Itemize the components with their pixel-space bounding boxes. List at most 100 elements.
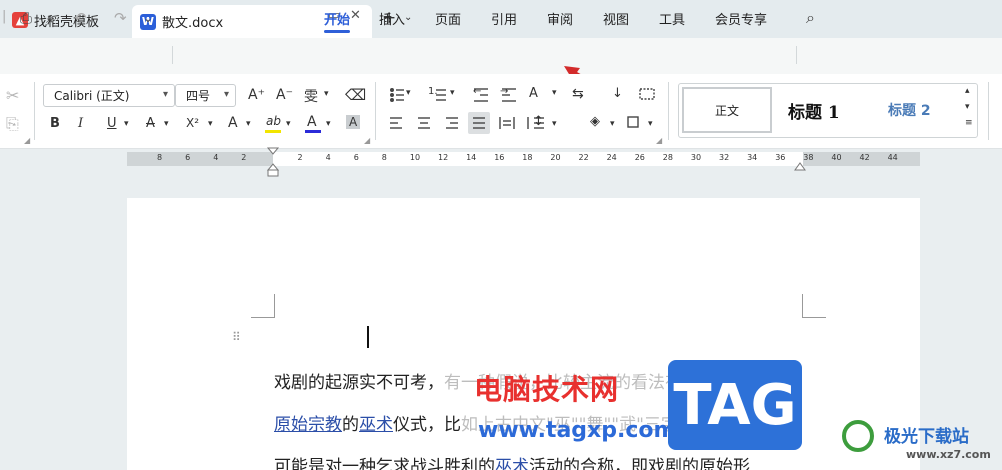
superscript-button[interactable]: X² [186,116,199,130]
tab-member[interactable]: 会员专享 [715,9,767,28]
chevron-down-icon[interactable]: ▾ [208,119,213,129]
font-color-swatch [305,130,321,133]
tab-page[interactable]: 页面 [435,9,461,28]
tab-label: 找稻壳模板 [34,14,100,30]
ruler-tick-label: 12 [438,153,449,162]
ruler-tick-label: 22 [578,153,589,162]
paragraph-line: 可能是对一种乞求战斗胜利的巫术活动的合称，即戏剧的原始形 [274,452,750,470]
print-icon[interactable]: ⎙ [20,9,32,27]
chevron-down-icon[interactable]: ▾ [124,119,129,129]
ruler-tick-label: 44 [887,153,898,162]
customize-toolbar-icon[interactable]: ⌄ [143,11,153,25]
italic-button[interactable]: I [78,116,83,131]
chevron-down-icon: ▾ [162,89,168,100]
chevron-down-icon[interactable]: ⌄ [404,12,412,23]
strikethrough-button[interactable]: A [146,116,155,131]
divider [172,46,173,64]
divider [34,82,35,140]
phonetic-guide-icon[interactable]: 雯 [304,86,318,106]
shading-icon[interactable]: ◈ [590,114,600,129]
shrink-font-icon[interactable]: A⁻ [276,87,293,103]
clear-format-icon[interactable]: ⌫ [345,86,366,104]
bold-button[interactable]: B [50,116,60,131]
style-heading-1[interactable]: 标题 1 [788,98,840,123]
tab-view[interactable]: 视图 [603,9,629,28]
tab-references[interactable]: 引用 [491,9,517,28]
chevron-down-icon[interactable]: ▾ [286,119,291,129]
chevron-down-icon[interactable]: ▾ [450,88,455,98]
numbering-icon[interactable]: 1. [428,86,438,97]
divider [988,82,989,140]
text-direction-icon[interactable]: ⇆ [572,86,584,102]
crop-mark [802,294,826,318]
highlight-button[interactable]: ab [266,114,281,128]
search-icon[interactable]: ⌕ [806,8,815,28]
drag-handle-icon[interactable]: ⠿ [232,330,241,344]
sort-icon[interactable]: ↓ [612,86,623,101]
text-effects-button[interactable]: A [228,115,238,131]
decrease-indent-icon[interactable]: ← [473,86,481,97]
chevron-down-icon[interactable]: ▾ [552,119,557,129]
crop-mark [251,294,275,318]
undo-icon[interactable]: ↶ [74,9,87,27]
text-run: 可能是对一种乞求战斗胜利的 [274,457,495,470]
copy-icon[interactable]: ⎘ [6,114,19,134]
indent-marker[interactable] [266,146,280,178]
expand-corner-icon[interactable]: ◢ [656,136,662,145]
right-indent-marker[interactable] [794,160,806,172]
chevron-down-icon: ▾ [223,89,229,100]
expand-corner-icon[interactable]: ◢ [24,136,30,145]
style-heading-2[interactable]: 标题 2 [888,100,931,120]
ruler-tick-label: 28 [662,153,673,162]
ruler-tick-label: 4 [213,153,219,162]
tab-home[interactable]: 开始 [324,9,350,28]
ruler-tick-label: 8 [381,153,387,162]
style-normal[interactable]: 正文 [682,87,772,133]
cut-icon[interactable]: ✂ [6,86,19,105]
divider [375,82,376,140]
underline-button[interactable]: U [107,116,117,131]
watermark-tag-logo: TAG [668,360,802,450]
ruler-tick-label: 8 [157,153,163,162]
close-tab-icon[interactable]: ✕ [350,8,361,23]
character-shading-button[interactable]: A [346,115,361,129]
grow-font-icon[interactable]: A⁺ [248,87,265,103]
link-text[interactable]: 巫术 [495,457,529,470]
redo-icon[interactable]: ↷ [114,9,127,27]
expand-styles-icon[interactable]: ≡ [965,118,973,128]
ruler-tick-label: 36 [775,153,786,162]
chevron-down-icon[interactable]: ▾ [610,119,615,129]
chevron-down-icon[interactable]: ▾ [324,89,329,99]
increase-indent-icon[interactable]: → [500,86,508,97]
ruler-tick-label: 10 [409,153,421,162]
ruler-tick-label: 18 [522,153,533,162]
tab-review[interactable]: 审阅 [547,9,573,28]
link-text[interactable]: 原始宗教 [274,415,342,435]
font-name-dropdown[interactable]: Calibri (正文) ▾ [43,84,175,107]
chevron-down-icon[interactable]: ▾ [552,88,557,98]
font-color-button[interactable]: A [307,114,317,130]
expand-corner-icon[interactable]: ◢ [364,136,370,145]
chevron-down-icon[interactable]: ▾ [326,119,331,129]
link-text[interactable]: 巫术 [359,415,393,435]
change-case-icon[interactable]: A [529,86,538,101]
text-run: 戏剧的起源实不可考， [274,373,444,393]
text-run: 仪式，比 [393,415,461,435]
chevron-down-icon[interactable]: ▾ [164,119,169,129]
chevron-down-icon[interactable]: ▾ [246,119,251,129]
tab-insert[interactable]: 插入 [379,9,405,28]
tab-label: 散文.docx [162,16,224,31]
font-name-value: Calibri (正文) [54,89,130,103]
line-spacing-icon[interactable]: ↕ [533,114,544,129]
chevron-down-icon[interactable]: ▾ [965,102,970,112]
ruler-tick-label: 42 [859,153,870,162]
chevron-down-icon[interactable]: ▾ [648,119,653,129]
font-size-dropdown[interactable]: 四号 ▾ [175,84,236,107]
print-preview-icon[interactable]: ⌕ [46,9,54,27]
text-run: 的 [342,415,359,435]
ruler-tick-label: 34 [747,153,758,162]
watermark-text: 电脑技术网 [474,373,620,406]
chevron-up-icon[interactable]: ▴ [965,86,970,96]
tab-tools[interactable]: 工具 [659,9,685,28]
bullets-dropdown-icon[interactable]: ▾ [406,88,411,98]
